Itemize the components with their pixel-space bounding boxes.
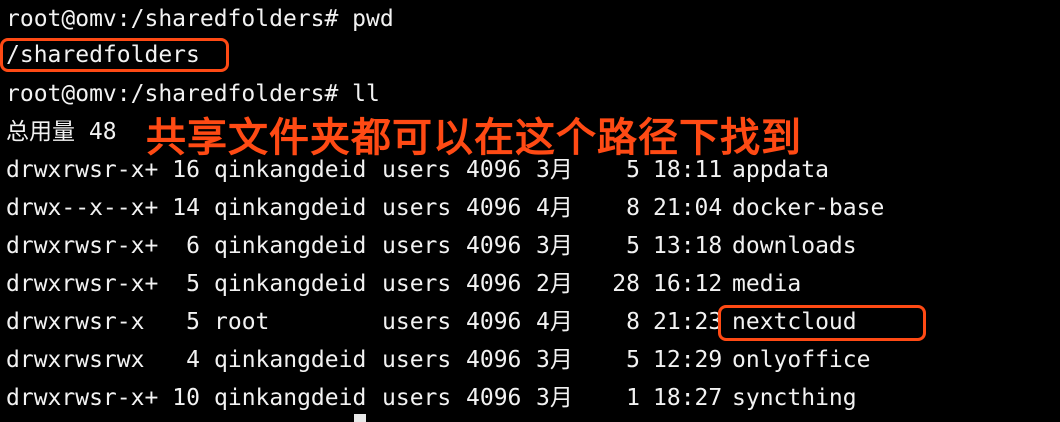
cell-day: 28 — [612, 271, 640, 297]
cell-month: 4月 — [536, 309, 573, 335]
table-row: drwxrwsr-x+ 10 qinkangdeid users 4096 3月 1 18:2… — [6, 379, 1046, 417]
prompt-ll-line: root@omv:/sharedfolders# ll — [6, 81, 380, 107]
cell-perm: drwxrwsrwx — [6, 347, 145, 373]
cell-group: users — [382, 309, 452, 335]
cell-month: 3月 — [536, 157, 573, 183]
cell-day: 1 — [626, 385, 640, 411]
prompt-pwd-line: root@omv:/sharedfolders# pwd — [6, 6, 394, 32]
cell-owner: qinkangdeid — [214, 233, 367, 259]
cell-group: users — [382, 385, 452, 411]
table-row: drwxrwsrwx 4 qinkangdeid users 4096 3月 5 12:29 o… — [6, 341, 1046, 379]
cell-time: 13:18 — [653, 233, 723, 259]
nextcloud-highlight — [718, 305, 926, 341]
cell-links: 10 — [172, 385, 200, 411]
table-row: drwx--x--x+ 14 qinkangdeid users 4096 4月 8 21:0… — [6, 189, 1046, 227]
cell-perm: drwxrwsr-x+ — [6, 271, 159, 297]
cell-size: 4096 — [466, 347, 522, 373]
cell-owner: qinkangdeid — [214, 385, 367, 411]
cell-size: 4096 — [466, 233, 522, 259]
cell-perm: drwxrwsr-x+ — [6, 233, 159, 259]
terminal-cursor — [354, 414, 366, 422]
cell-day: 5 — [626, 233, 640, 259]
cell-owner: qinkangdeid — [214, 195, 367, 221]
cell-name: docker-base — [732, 195, 885, 221]
cell-day: 8 — [626, 195, 640, 221]
cell-time: 18:11 — [653, 157, 723, 183]
cell-links: 5 — [186, 309, 200, 335]
cell-month: 2月 — [536, 271, 573, 297]
cell-day: 8 — [626, 309, 640, 335]
table-row: drwxrwsr-x+ 5 qinkangdeid users 4096 2月 28 16:1… — [6, 265, 1046, 303]
cell-day: 5 — [626, 157, 640, 183]
cell-time: 12:29 — [653, 347, 723, 373]
total-line: 总用量 48 — [6, 119, 117, 145]
cell-name: downloads — [732, 233, 857, 259]
cell-time: 16:12 — [653, 271, 723, 297]
terminal-window[interactable]: root@omv:/sharedfolders# pwd /sharedfold… — [0, 0, 1060, 422]
pwd-output-highlight — [0, 38, 229, 72]
cell-time: 21:04 — [653, 195, 723, 221]
table-row: drwxrwsr-x+ 6 qinkangdeid users 4096 3月 5 13:18… — [6, 227, 1046, 265]
cell-links: 5 — [186, 271, 200, 297]
cell-name: onlyoffice — [732, 347, 871, 373]
cell-perm: drwxrwsr-x — [6, 309, 145, 335]
cell-owner: root — [214, 309, 270, 335]
cell-month: 3月 — [536, 233, 573, 259]
cell-links: 6 — [186, 233, 200, 259]
cell-perm: drwxrwsr-x+ — [6, 385, 159, 411]
cell-size: 4096 — [466, 271, 522, 297]
cell-month: 3月 — [536, 347, 573, 373]
cell-size: 4096 — [466, 157, 522, 183]
cell-time: 18:27 — [653, 385, 723, 411]
cell-name: media — [732, 271, 802, 297]
cell-day: 5 — [626, 347, 640, 373]
cell-group: users — [382, 195, 452, 221]
cell-perm: drwx--x--x+ — [6, 195, 159, 221]
cell-perm: drwxrwsr-x+ — [6, 157, 159, 183]
cell-size: 4096 — [466, 385, 522, 411]
cell-owner: qinkangdeid — [214, 271, 367, 297]
cell-group: users — [382, 157, 452, 183]
cell-name: syncthing — [732, 385, 857, 411]
cell-name: appdata — [732, 157, 829, 183]
cell-links: 14 — [172, 195, 200, 221]
cell-size: 4096 — [466, 309, 522, 335]
cell-owner: qinkangdeid — [214, 347, 367, 373]
cell-links: 4 — [186, 347, 200, 373]
cell-group: users — [382, 271, 452, 297]
cell-month: 3月 — [536, 385, 573, 411]
cell-month: 4月 — [536, 195, 573, 221]
cell-size: 4096 — [466, 195, 522, 221]
cell-links: 16 — [172, 157, 200, 183]
table-row: drwxrwsr-x+ 16 qinkangdeid users 4096 3月 5 18:1… — [6, 151, 1046, 189]
cell-group: users — [382, 347, 452, 373]
cell-group: users — [382, 233, 452, 259]
cell-owner: qinkangdeid — [214, 157, 367, 183]
